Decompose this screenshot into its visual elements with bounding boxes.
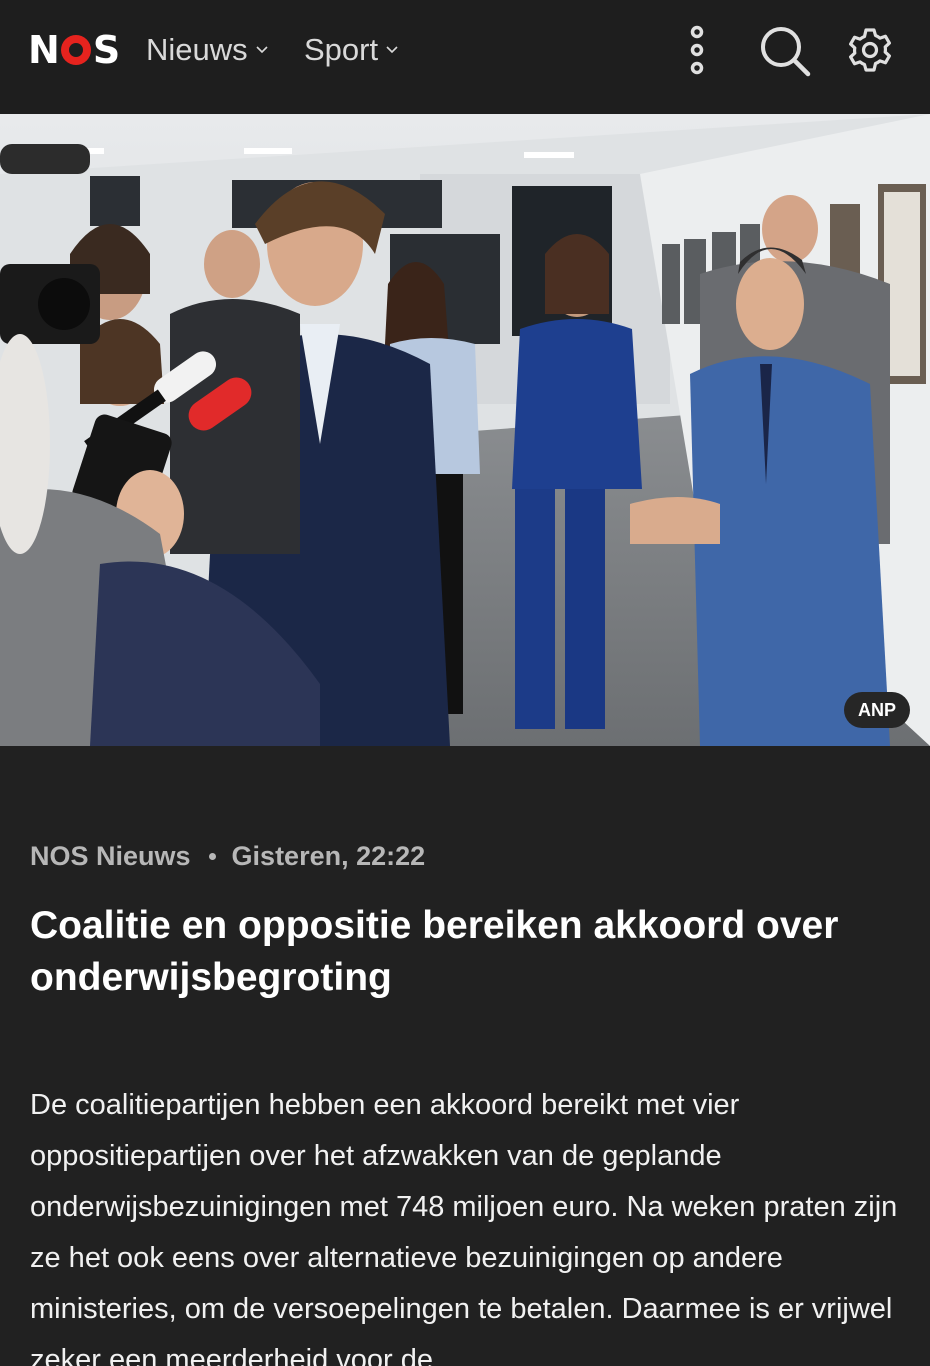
settings-gear-icon — [849, 28, 891, 72]
article-source: NOS Nieuws — [30, 840, 191, 871]
more-vertical-icon — [690, 25, 704, 75]
nav-label-sport: Sport — [304, 32, 379, 67]
logo-letter-n: N — [28, 28, 60, 72]
logo-letter-s: S — [92, 28, 120, 72]
nav-menu-nieuws[interactable]: Nieuws — [146, 28, 268, 72]
article-meta: NOS Nieuws Gisteren, 22:22 — [30, 838, 425, 874]
nav-label-nieuws: Nieuws — [146, 32, 248, 67]
article-hero-image[interactable]: ANP — [0, 114, 930, 746]
top-navigation-bar: NS Nieuws Sport — [0, 0, 930, 114]
photo-credit-badge: ANP — [843, 692, 910, 728]
article-body-paragraph: De coalitiepartijen hebben een akkoord b… — [30, 1089, 898, 1366]
chevron-down-icon — [386, 46, 398, 54]
settings-button[interactable] — [842, 22, 898, 78]
article-title: Coalitie en oppositie bereiken akkoord o… — [30, 904, 839, 999]
nos-logo[interactable]: NS — [28, 28, 120, 72]
search-button[interactable] — [756, 22, 814, 80]
article-timestamp: Gisteren, 22:22 — [231, 840, 426, 871]
chevron-down-icon — [256, 46, 268, 54]
press-scrum-photo — [0, 114, 930, 746]
nav-menu-sport[interactable]: Sport — [304, 28, 398, 72]
separator-dot — [208, 852, 216, 860]
logo-red-o — [60, 35, 91, 65]
search-icon — [761, 27, 811, 77]
more-options-button[interactable] — [680, 24, 714, 76]
